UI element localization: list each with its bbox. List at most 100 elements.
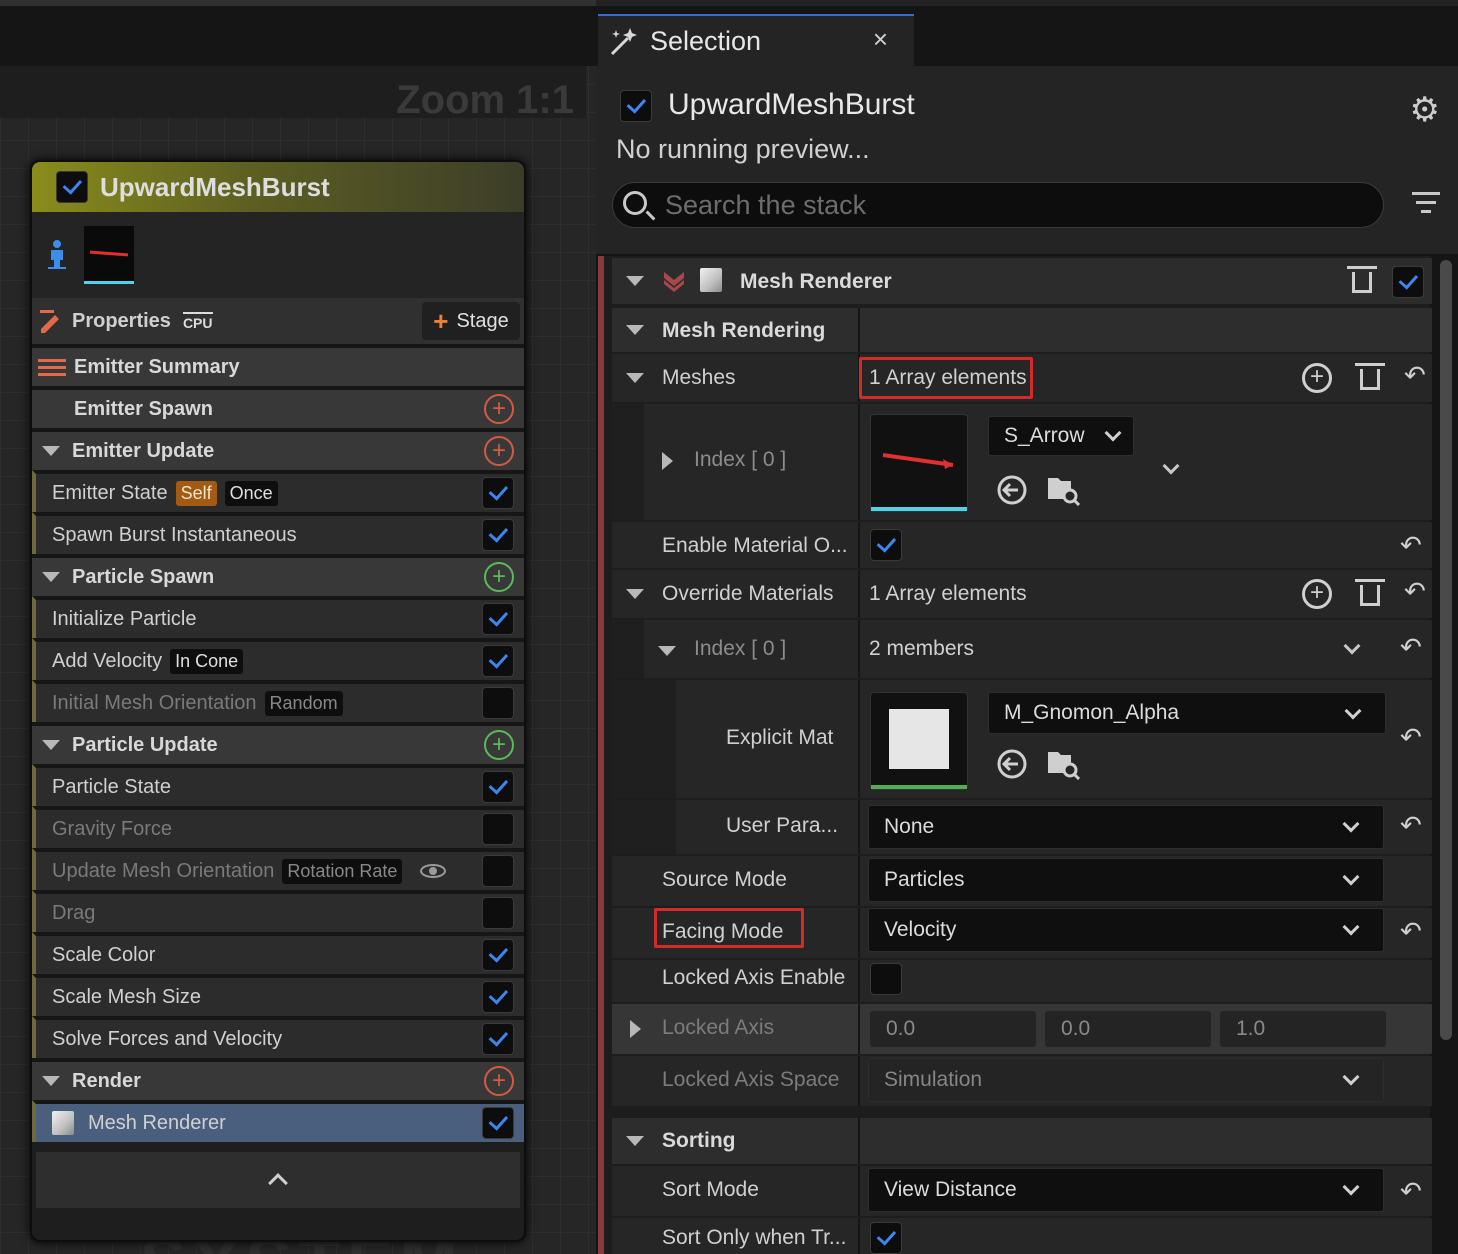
stack-row[interactable]: Spawn Burst Instantaneous [32,512,524,554]
properties-row[interactable]: Properties CPU + Stage [32,298,524,344]
material-asset-picker[interactable]: M_Gnomon_Alpha [988,692,1386,734]
add-module-icon[interactable]: + [484,436,514,466]
module-enabled-checkbox[interactable] [482,687,514,719]
add-module-icon[interactable]: + [484,562,514,592]
locked-axis-y-field[interactable]: 0.0 [1045,1011,1211,1047]
add-module-icon[interactable]: + [484,394,514,424]
collapse-triangle-icon[interactable] [626,1136,644,1146]
module-enabled-checkbox[interactable] [482,645,514,677]
collapse-triangle-icon[interactable] [626,589,644,599]
locked-axis-row[interactable]: Locked Axis 0.0 0.0 1.0 [612,1004,1432,1054]
sort-only-when-checkbox[interactable] [870,1222,902,1254]
reset-icon[interactable]: ↶ [1404,576,1426,607]
stack-row[interactable]: Scale Color [32,932,524,974]
collapse-triangle-icon[interactable] [42,740,60,750]
locked-axis-enable-row[interactable]: Locked Axis Enable [612,960,1432,1002]
explicit-mat-row[interactable]: Explicit Mat M_Gnomon_Alpha ↶ [612,680,1432,798]
reset-icon[interactable]: ↶ [1400,530,1422,561]
add-element-icon[interactable]: + [1302,579,1332,609]
stack-row[interactable]: Render + [32,1058,524,1100]
sort-only-when-translucent-row[interactable]: Sort Only when Tr... [612,1218,1432,1254]
module-enabled-checkbox[interactable] [482,603,514,635]
emitter-enabled-checkbox[interactable] [620,90,652,122]
browse-asset-icon[interactable] [1046,472,1080,506]
expand-triangle-icon[interactable] [630,1020,641,1038]
source-mode-dropdown[interactable]: Particles [868,858,1384,902]
trash-icon[interactable] [1355,579,1385,607]
collapse-triangle-icon[interactable] [626,373,644,383]
stack-row[interactable]: Initial Mesh Orientation Random [32,680,524,722]
emitter-node[interactable]: UpwardMeshBurst Properties CPU + Stage E… [30,160,526,1242]
sort-mode-row[interactable]: Sort Mode View Distance ↶ [612,1166,1432,1216]
material-index-row[interactable]: Index [ 0 ] 2 members ↶ [612,620,1432,678]
stack-row[interactable]: Particle State [32,764,524,806]
module-enabled-checkbox[interactable] [482,813,514,845]
reset-icon[interactable]: ↶ [1400,916,1422,947]
close-icon[interactable]: × [873,24,888,55]
mesh-renderer-section-header[interactable]: Mesh Renderer [612,258,1432,304]
reset-icon[interactable]: ↶ [1404,360,1426,391]
module-enabled-checkbox[interactable] [482,981,514,1013]
mesh-index-row[interactable]: Index [ 0 ] S_Arrow [612,404,1432,520]
emitter-thumbnail[interactable] [84,226,134,284]
stack-row[interactable]: Gravity Force [32,806,524,848]
search-input[interactable]: Search the stack [612,182,1384,228]
module-enabled-checkbox[interactable] [482,477,514,509]
enable-material-override-row[interactable]: Enable Material O... ↶ [612,522,1432,568]
module-enabled-checkbox[interactable] [482,519,514,551]
collapse-triangle-icon[interactable] [42,572,60,582]
locked-axis-space-dropdown[interactable]: Simulation [868,1058,1384,1102]
module-enabled-checkbox[interactable] [482,897,514,929]
locked-axis-z-field[interactable]: 1.0 [1220,1011,1386,1047]
browse-asset-icon[interactable] [1046,746,1080,780]
stack-row[interactable]: Emitter State Self Once [32,470,524,512]
override-materials-row[interactable]: Override Materials 1 Array elements + ↶ [612,570,1432,618]
stack-row[interactable]: Emitter Update + [32,428,524,470]
source-mode-row[interactable]: Source Mode Particles [612,856,1432,906]
sorting-category[interactable]: Sorting [612,1118,1432,1164]
collapse-triangle-icon[interactable] [626,325,644,335]
module-enabled-checkbox[interactable] [482,939,514,971]
module-enabled-checkbox[interactable] [482,771,514,803]
collapse-node-button[interactable] [36,1152,520,1208]
add-module-icon[interactable]: + [484,730,514,760]
collapse-triangle-icon[interactable] [42,446,60,456]
sort-mode-dropdown[interactable]: View Distance [868,1168,1384,1212]
stack-row[interactable]: Particle Update + [32,722,524,764]
collapse-triangle-icon[interactable] [626,276,644,286]
stack-row[interactable]: Emitter Spawn + [32,386,524,428]
use-selected-icon[interactable] [996,474,1028,506]
stack-row[interactable]: Scale Mesh Size [32,974,524,1016]
emitter-node-title-bar[interactable]: UpwardMeshBurst [32,162,524,212]
mesh-rendering-category[interactable]: Mesh Rendering [612,308,1432,352]
mesh-asset-picker[interactable]: S_Arrow [988,416,1134,456]
emitter-summary-row[interactable]: Emitter Summary [32,344,524,386]
stack-row[interactable]: Add Velocity In Cone [32,638,524,680]
user-param-row[interactable]: User Para... None ↶ [612,800,1432,854]
chevron-down-icon[interactable] [1162,457,1180,475]
collapse-triangle-icon[interactable] [658,646,676,656]
user-param-dropdown[interactable]: None [868,805,1384,849]
add-module-icon[interactable]: + [484,1066,514,1096]
locked-axis-enable-checkbox[interactable] [870,963,902,995]
mesh-renderer-row[interactable]: Mesh Renderer [32,1100,524,1142]
collapse-triangle-icon[interactable] [42,1076,60,1086]
locked-axis-x-field[interactable]: 0.0 [870,1011,1036,1047]
renderer-enabled-checkbox[interactable] [1392,266,1424,298]
module-enabled-checkbox[interactable] [482,1023,514,1055]
stack-details[interactable]: Mesh Renderer Mesh Rendering Meshes 1 Ar… [598,256,1432,1254]
emitter-enabled-checkbox[interactable] [56,171,88,203]
trash-icon[interactable] [1355,363,1385,391]
stack-row[interactable]: Initialize Particle [32,596,524,638]
trash-icon[interactable] [1347,266,1377,294]
stack-row[interactable]: Update Mesh Orientation Rotation Rate [32,848,524,890]
reset-icon[interactable]: ↶ [1400,1176,1422,1207]
expand-triangle-icon[interactable] [662,452,673,470]
module-enabled-checkbox[interactable] [482,855,514,887]
reset-icon[interactable]: ↶ [1400,722,1422,753]
facing-mode-row[interactable]: Facing Mode Velocity ↶ [612,908,1432,958]
use-selected-icon[interactable] [996,748,1028,780]
tab-selection[interactable]: Selection × [598,14,914,66]
filter-icon[interactable] [1412,192,1440,219]
material-thumbnail[interactable] [870,692,968,790]
